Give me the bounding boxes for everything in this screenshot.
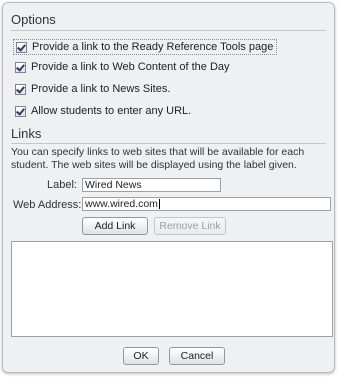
checkbox-any-url-box[interactable] [15,105,26,117]
web-address-input-value: www.wired.com [85,198,158,210]
checkbox-news-sites-box[interactable] [15,83,26,95]
links-section-title: Links [11,126,42,141]
web-address-field-label: Web Address: [13,199,82,211]
cancel-button[interactable]: Cancel [169,347,225,365]
web-address-input[interactable]: www.wired.com [82,197,331,211]
add-link-button[interactable]: Add Link [82,217,148,235]
checkbox-any-url[interactable]: Allow students to enter any URL. [13,104,194,118]
ok-button[interactable]: OK [123,347,159,365]
checkbox-news-sites-label: Provide a link to News Sites. [31,83,171,95]
checkbox-web-content[interactable]: Provide a link to Web Content of the Day [13,60,233,74]
checkbox-web-content-box[interactable] [15,61,26,73]
links-list[interactable] [11,241,333,337]
options-divider [11,30,326,31]
checkbox-news-sites[interactable]: Provide a link to News Sites. [13,82,173,96]
checkbox-web-content-label: Provide a link to Web Content of the Day [31,61,230,73]
label-input[interactable]: Wired News [82,178,221,192]
checkbox-ready-reference-box[interactable] [16,41,27,53]
options-dialog: Options Provide a link to the Ready Refe… [2,2,335,373]
label-input-value: Wired News [85,179,142,191]
checkbox-ready-reference[interactable]: Provide a link to the Ready Reference To… [13,39,278,55]
label-field-label: Label: [47,179,77,191]
checkbox-ready-reference-label: Provide a link to the Ready Reference To… [32,41,274,53]
options-section-title: Options [11,12,56,27]
checkbox-any-url-label: Allow students to enter any URL. [31,105,192,117]
text-caret [158,199,160,210]
links-divider [11,143,326,144]
links-description: You can specify links to web sites that … [11,146,305,171]
remove-link-button[interactable]: Remove Link [154,217,226,235]
